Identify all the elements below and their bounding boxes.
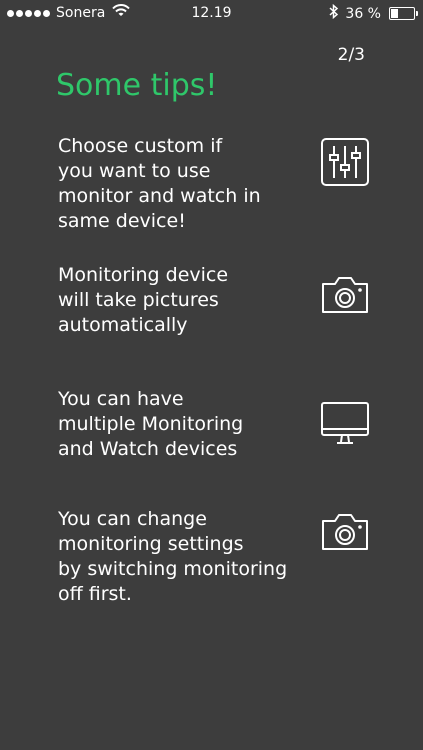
tip-item-multiple-devices: You can have multiple Monitoring and Wat… [58,387,418,462]
tip-text: Monitoring device will take pictures aut… [58,264,229,336]
status-right: 36 % [329,3,418,23]
camera-icon [320,270,370,320]
page-title: Some tips! [56,68,218,103]
page-indicator: 2/3 [337,45,365,65]
battery-icon [389,7,418,20]
tip-item-pictures: Monitoring device will take pictures aut… [58,263,418,338]
tip-text: You can change monitoring settings by sw… [58,508,288,605]
battery-level-fill [391,9,398,18]
tip-item-change-settings: You can change monitoring settings by sw… [58,507,418,607]
bluetooth-icon [329,3,339,23]
camera-icon [320,507,370,557]
tip-item-custom: Choose custom if you want to use monitor… [58,134,418,234]
battery-percentage: 36 % [345,5,381,22]
status-bar: Sonera 12.19 36 % [0,0,423,26]
tip-text: Choose custom if you want to use monitor… [58,135,261,232]
tip-text: You can have multiple Monitoring and Wat… [58,388,244,460]
sliders-icon [320,137,370,187]
monitor-icon [320,398,370,448]
